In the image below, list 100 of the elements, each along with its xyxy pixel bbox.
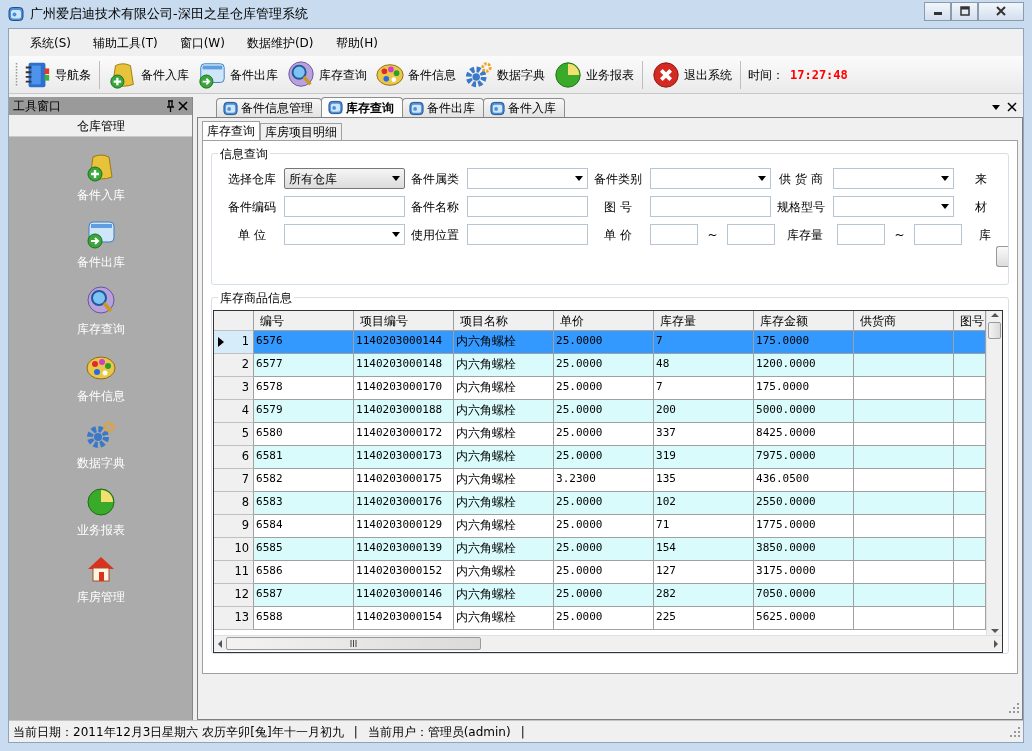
toolbar-button[interactable]: 备件信息 <box>371 59 460 90</box>
document-tab[interactable]: 备件入库 <box>483 98 566 117</box>
column-header[interactable]: 编号 <box>254 311 355 331</box>
app-icon <box>328 100 344 115</box>
document-tab[interactable]: 备件出库 <box>402 98 485 117</box>
horizontal-scrollbar[interactable] <box>214 635 1003 651</box>
row-number: 6 <box>241 448 250 466</box>
row-number: 9 <box>241 517 250 535</box>
column-header[interactable]: 项目编号 <box>354 311 455 331</box>
table-cell: 1140203000173 <box>354 446 455 469</box>
input-field[interactable] <box>650 224 699 245</box>
table-cell: 7 <box>654 331 755 354</box>
document-tab[interactable]: 库存查询 <box>321 97 404 117</box>
close-icon[interactable] <box>1007 102 1017 112</box>
page-tab[interactable]: 库房项目明细 <box>260 123 343 140</box>
column-header[interactable]: 图号 <box>954 311 987 331</box>
menu-item[interactable]: 帮助(H) <box>326 31 387 54</box>
input-field[interactable] <box>727 224 776 245</box>
input-field[interactable] <box>467 224 589 245</box>
scrollbar-thumb[interactable] <box>226 637 482 650</box>
table-row[interactable]: 12 6587 1140203000146 内六角螺栓 25.0000 282 7050.0000 <box>214 584 987 607</box>
table-row[interactable]: 13 6588 1140203000154 内六角螺栓 25.0000 225 5625.0000 <box>214 607 987 630</box>
input-field[interactable] <box>467 196 589 217</box>
exit-button[interactable]: 退出系统 <box>647 59 736 90</box>
toolbar-button[interactable]: 备件入库 <box>104 59 193 90</box>
toolbar-button[interactable]: 库存查询 <box>282 59 371 90</box>
grip-icon <box>350 640 358 647</box>
table-row[interactable]: 1 6576 1140203000144 内六角螺栓 25.0000 7 175.0000 <box>214 331 987 354</box>
close-button[interactable] <box>978 1 1024 21</box>
pin-icon[interactable] <box>165 100 176 112</box>
gear-icon <box>464 59 494 90</box>
query-button[interactable] <box>996 246 1008 267</box>
table-row[interactable]: 2 6577 1140203000148 内六角螺栓 25.0000 48 1200.0000 <box>214 354 987 377</box>
menu-item[interactable]: 系统(S) <box>21 31 80 54</box>
menu-item[interactable]: 辅助工具(T) <box>84 31 167 54</box>
pane-title: 工具窗口 <box>13 98 61 115</box>
table-cell: 25.0000 <box>554 400 655 423</box>
dropdown-field[interactable] <box>833 196 955 217</box>
table-cell: 1140203000176 <box>354 492 455 515</box>
menu-item[interactable]: 窗口(W) <box>170 31 234 54</box>
table-cell: 200 <box>654 400 755 423</box>
column-header[interactable]: 单价 <box>554 311 655 331</box>
dropdown-field[interactable] <box>833 168 955 189</box>
vertical-scrollbar[interactable] <box>986 311 1003 635</box>
table-cell: 5000.0000 <box>754 400 855 423</box>
maximize-button[interactable] <box>951 1 978 21</box>
dropdown-field[interactable] <box>650 168 772 189</box>
table-cell: 内六角螺栓 <box>454 607 555 630</box>
cancel-icon <box>651 59 681 90</box>
column-header[interactable]: 库存量 <box>654 311 755 331</box>
table-cell: 6583 <box>254 492 355 515</box>
input-field[interactable] <box>837 224 886 245</box>
field-label: 来 <box>974 170 988 188</box>
table-cell: 25.0000 <box>554 446 655 469</box>
table-row[interactable]: 10 6585 1140203000139 内六角螺栓 25.0000 154 3850.0000 <box>214 538 987 561</box>
status-separator: | <box>520 723 525 741</box>
field-label: 选择仓库 <box>227 170 278 188</box>
table-cell: 282 <box>654 584 755 607</box>
input-field[interactable] <box>650 196 772 217</box>
table-row[interactable]: 6 6581 1140203000173 内六角螺栓 25.0000 319 7975.0000 <box>214 446 987 469</box>
page-tab[interactable]: 库存查询 <box>202 121 261 140</box>
row-header-corner <box>214 311 255 331</box>
input-field[interactable] <box>284 196 406 217</box>
toolbar-button[interactable]: 备件出库 <box>193 59 282 90</box>
dropdown-icon[interactable] <box>991 103 1001 111</box>
row-number: 1 <box>241 333 250 351</box>
table-row[interactable]: 4 6579 1140203000188 内六角螺栓 25.0000 200 5000.0000 <box>214 400 987 423</box>
scrollbar-thumb[interactable] <box>988 322 1002 339</box>
dropdown-field[interactable] <box>467 168 589 189</box>
menu-item[interactable]: 数据维护(D) <box>237 31 323 54</box>
group-title: 信息查询 <box>218 145 271 163</box>
close-icon[interactable] <box>178 101 189 111</box>
column-header[interactable]: 库存金额 <box>754 311 855 331</box>
app-icon <box>490 100 506 116</box>
toolbar-button[interactable]: 导航条 <box>18 59 95 90</box>
caret-icon <box>941 176 950 181</box>
field-label: 供 货 商 <box>778 170 824 188</box>
document-tab[interactable]: 备件信息管理 <box>216 98 323 117</box>
input-field[interactable] <box>914 224 963 245</box>
field-label: 材 <box>974 198 988 216</box>
current-row-icon <box>218 337 225 347</box>
table-cell: 154 <box>654 538 755 561</box>
column-header[interactable]: 项目名称 <box>454 311 555 331</box>
table-cell: 25.0000 <box>554 331 655 354</box>
field-label: 库存量 <box>786 226 825 244</box>
row-number: 8 <box>241 494 250 512</box>
table-row[interactable]: 8 6583 1140203000176 内六角螺栓 25.0000 102 2550.0000 <box>214 492 987 515</box>
minimize-button[interactable] <box>924 1 951 21</box>
table-cell: 1140203000154 <box>354 607 455 630</box>
row-number: 13 <box>234 609 250 627</box>
dropdown-field[interactable]: 所有仓库 <box>284 168 406 189</box>
toolbar-button[interactable]: 业务报表 <box>549 59 638 90</box>
caret-icon <box>392 232 401 237</box>
toolbar-button[interactable]: 数据字典 <box>460 59 549 90</box>
column-header[interactable]: 供货商 <box>854 311 955 331</box>
field-label: 图 号 <box>603 198 633 216</box>
row-number: 10 <box>234 540 250 558</box>
dropdown-field[interactable] <box>284 224 406 245</box>
field-label: 备件属类 <box>410 170 461 188</box>
row-number: 12 <box>234 586 250 604</box>
